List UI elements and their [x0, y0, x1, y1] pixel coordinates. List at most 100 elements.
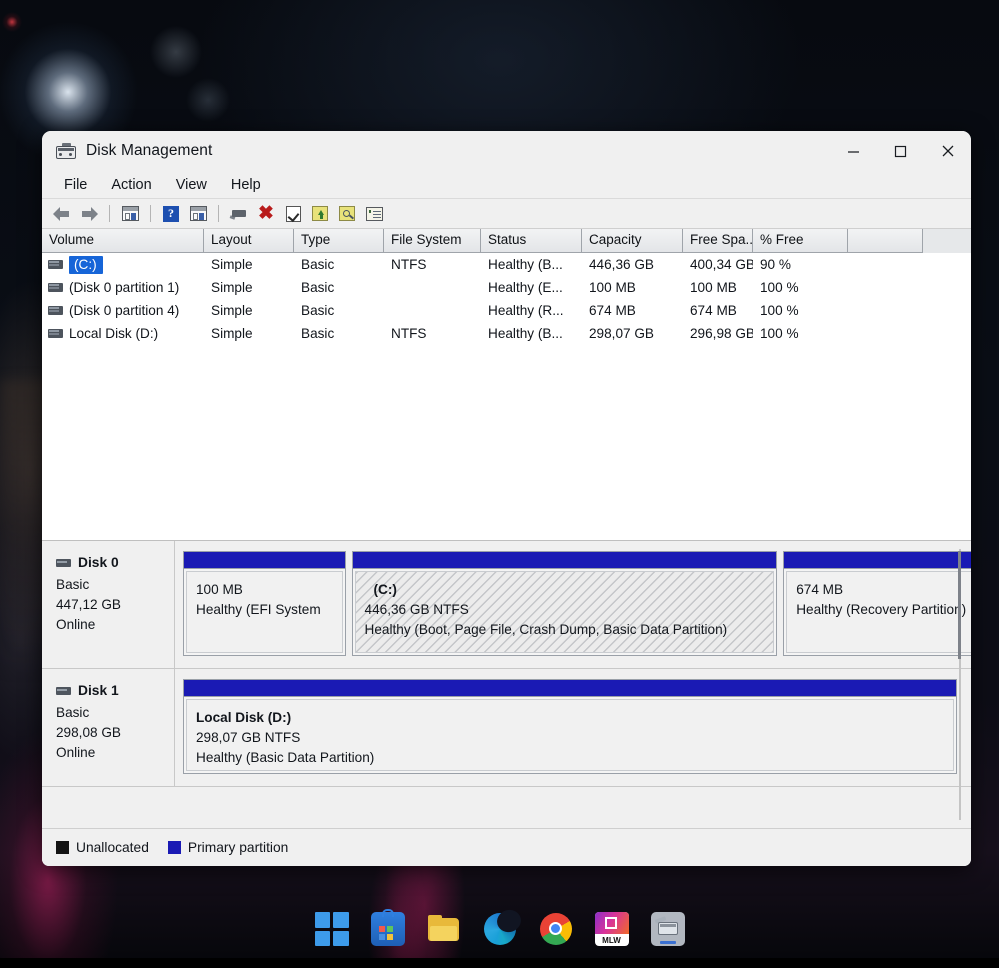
- volume-list-pane: Volume Layout Type File System Status Capacit…: [42, 229, 971, 541]
- help-icon[interactable]: ?: [159, 203, 183, 225]
- column-header-spacer[interactable]: [848, 229, 923, 253]
- properties-icon[interactable]: [281, 203, 305, 225]
- volume-name-cell[interactable]: Local Disk (D:): [42, 326, 204, 341]
- cell-percent-free: 100 %: [760, 303, 799, 318]
- cell-type: Basic: [301, 257, 335, 272]
- partition-block[interactable]: (C:) 446,36 GB NTFS Healthy (Boot, Page Fi…: [351, 551, 778, 656]
- microsoft-edge-icon[interactable]: [483, 906, 524, 946]
- cell-capacity: 446,36 GB: [589, 257, 654, 272]
- cell-percent-free: 90 %: [760, 257, 791, 272]
- cell-type: Basic: [301, 280, 335, 295]
- cell-capacity: 100 MB: [589, 280, 636, 295]
- disk-icon[interactable]: [227, 203, 251, 225]
- cell-free-space: 674 MB: [690, 303, 737, 318]
- disks-container: Disk 0 Basic 447,12 GB Online 100 MB Healthy …: [42, 541, 971, 787]
- menu-item-action[interactable]: Action: [99, 175, 163, 195]
- file-explorer-icon[interactable]: [427, 912, 461, 946]
- table-row[interactable]: (Disk 0 partition 1) Simple Basic Healthy (…: [42, 276, 971, 299]
- maximize-button[interactable]: [877, 131, 924, 171]
- partition-size: 446,36 GB NTFS: [364, 602, 469, 617]
- disk-title: Disk 0: [56, 553, 164, 573]
- menu-item-file[interactable]: File: [52, 175, 99, 195]
- volume-label: (Disk 0 partition 4): [69, 303, 180, 318]
- disk-management-taskbar-icon[interactable]: [650, 912, 685, 946]
- column-header-volume[interactable]: Volume: [42, 229, 204, 253]
- minimize-button[interactable]: [830, 131, 877, 171]
- partition-block[interactable]: 100 MB Healthy (EFI System: [183, 551, 346, 656]
- volume-name-cell[interactable]: (Disk 0 partition 1): [42, 280, 204, 295]
- volume-table-body: (C:) Simple Basic NTFS Healthy (B... 446,36 G…: [42, 253, 971, 345]
- table-row[interactable]: (C:) Simple Basic NTFS Healthy (B... 446,36 G…: [42, 253, 971, 276]
- disk-name: Disk 1: [78, 683, 119, 698]
- examine-icon[interactable]: [335, 203, 359, 225]
- column-header-layout[interactable]: Layout: [204, 229, 294, 253]
- list-view-icon[interactable]: [362, 203, 386, 225]
- volume-name-cell[interactable]: (C:): [42, 255, 204, 274]
- cell-file-system: NTFS: [391, 326, 427, 341]
- scrollbar-thumb[interactable]: [958, 551, 961, 659]
- partition-size: 100 MB: [196, 582, 243, 597]
- disk-type: Basic: [56, 577, 90, 592]
- volume-icon: [48, 329, 63, 338]
- volume-label: (Disk 0 partition 1): [69, 280, 180, 295]
- legend-item: Unallocated: [56, 840, 149, 855]
- window-controls: [830, 131, 971, 171]
- partition-name: (C:): [373, 582, 397, 597]
- partition-capacity-bar: [184, 680, 956, 697]
- menu-item-help[interactable]: Help: [219, 175, 273, 195]
- column-header-capacity[interactable]: Capacity: [582, 229, 683, 253]
- delete-icon[interactable]: ✖: [254, 203, 278, 225]
- volume-table-header: Volume Layout Type File System Status Capacit…: [42, 229, 971, 253]
- show-hide-action-pane-icon[interactable]: [186, 203, 210, 225]
- volume-label: (C:): [69, 255, 103, 274]
- back-icon[interactable]: [50, 203, 74, 225]
- disk-icon: [56, 559, 71, 567]
- disk-pane-scrollbar[interactable]: [955, 549, 965, 820]
- partition-zone: Local Disk (D:) 298,07 GB NTFS Healthy (Ba…: [175, 669, 971, 786]
- google-chrome-icon[interactable]: [539, 912, 573, 946]
- partition-block[interactable]: 674 MB Healthy (Recovery Partition): [783, 551, 971, 656]
- table-row[interactable]: (Disk 0 partition 4) Simple Basic Healthy (…: [42, 299, 971, 322]
- cell-status: Healthy (E...: [488, 280, 563, 295]
- legend-bar: Unallocated Primary partition: [42, 828, 971, 866]
- partition-size: 298,07 GB NTFS: [196, 730, 301, 745]
- column-header-free-spa[interactable]: Free Spa...: [683, 229, 753, 253]
- disk-info-disk-0[interactable]: Disk 0 Basic 447,12 GB Online: [42, 541, 175, 668]
- menu-item-view[interactable]: View: [164, 175, 219, 195]
- cell-type: Basic: [301, 326, 335, 341]
- column-header-file-system[interactable]: File System: [384, 229, 481, 253]
- start-icon[interactable]: [314, 912, 349, 946]
- cell-file-system: NTFS: [391, 257, 427, 272]
- taskbar: MLW: [0, 900, 999, 958]
- screen-bottom-bezel: [0, 958, 999, 968]
- cell-layout: Simple: [211, 326, 253, 341]
- partition-block[interactable]: Local Disk (D:) 298,07 GB NTFS Healthy (Ba…: [183, 679, 957, 774]
- cell-status: Healthy (B...: [488, 257, 563, 272]
- extend-volume-icon[interactable]: [308, 203, 332, 225]
- disk-name: Disk 0: [78, 555, 119, 570]
- partition-details: 100 MB Healthy (EFI System: [186, 571, 343, 653]
- table-row[interactable]: Local Disk (D:) Simple Basic NTFS Healthy (B…: [42, 322, 971, 345]
- cell-percent-free: 100 %: [760, 280, 799, 295]
- cell-layout: Simple: [211, 303, 253, 318]
- close-button[interactable]: [924, 131, 971, 171]
- column-header-free[interactable]: % Free: [753, 229, 848, 253]
- disk-type: Basic: [56, 705, 90, 720]
- legend-item: Primary partition: [167, 840, 288, 855]
- disk-info-disk-1[interactable]: Disk 1 Basic 298,08 GB Online: [42, 669, 175, 786]
- forward-icon[interactable]: [77, 203, 101, 225]
- partition-details: 674 MB Healthy (Recovery Partition): [786, 571, 971, 653]
- show-hide-console-tree-icon[interactable]: [118, 203, 142, 225]
- cell-free-space: 296,98 GB: [690, 326, 753, 341]
- microsoft-store-icon[interactable]: [370, 909, 405, 946]
- cell-type: Basic: [301, 303, 335, 318]
- disk-size: 447,12 GB: [56, 597, 121, 612]
- mlw-app-icon[interactable]: MLW: [594, 912, 629, 946]
- partition-status: Healthy (Basic Data Partition): [196, 750, 375, 765]
- disk-management-icon: [56, 143, 76, 159]
- legend-swatch: [56, 841, 69, 854]
- volume-name-cell[interactable]: (Disk 0 partition 4): [42, 303, 204, 318]
- column-header-status[interactable]: Status: [481, 229, 582, 253]
- column-header-type[interactable]: Type: [294, 229, 384, 253]
- window-title: Disk Management: [86, 142, 213, 159]
